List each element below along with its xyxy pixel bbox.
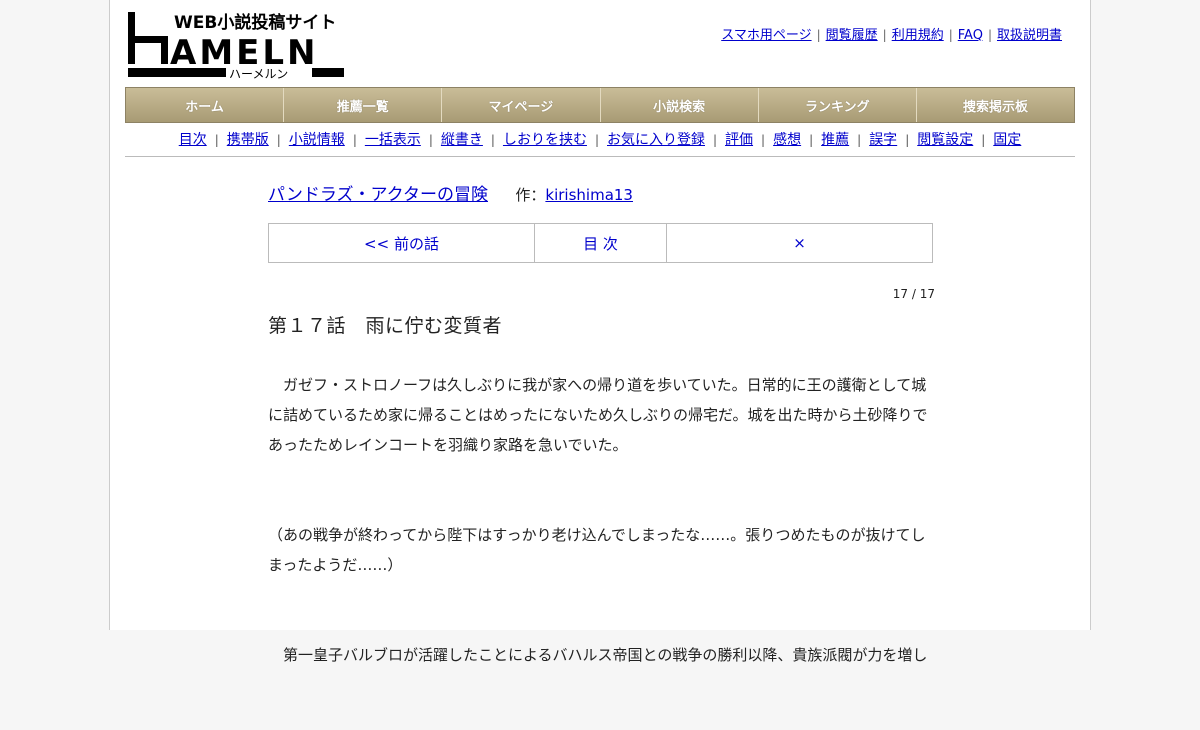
novel-title-link[interactable]: パンドラズ・アクターの冒険	[268, 185, 488, 205]
subnav-favorite[interactable]: お気に入り登録	[607, 132, 705, 148]
top-links: スマホ用ページ | 閲覧履歴 | 利用規約 | FAQ | 取扱説明書	[721, 28, 1062, 43]
chapter-pager: << 前の話 目 次 ×	[268, 223, 933, 263]
prev-chapter-button[interactable]: << 前の話	[269, 224, 534, 262]
subnav-bookmark[interactable]: しおりを挟む	[503, 132, 587, 148]
subnav-novel-info[interactable]: 小説情報	[289, 132, 345, 148]
subnav-reading-settings[interactable]: 閲覧設定	[917, 132, 973, 148]
divider	[125, 156, 1075, 157]
logo-tagline: WEB小説投稿サイト	[174, 12, 336, 33]
nav-mypage[interactable]: マイページ	[441, 88, 599, 122]
smartphone-page-link[interactable]: スマホ用ページ	[721, 28, 811, 43]
subnav-mobile[interactable]: 携帯版	[227, 132, 269, 148]
nav-home[interactable]: ホーム	[126, 88, 283, 122]
paragraph: （あの戦争が終わってから陛下はすっかり老け込んでしまったな……。張りつめたものが…	[268, 526, 926, 574]
subnav-toc[interactable]: 目次	[179, 132, 207, 148]
history-link[interactable]: 閲覧履歴	[826, 28, 878, 43]
subnav-review[interactable]: 感想	[773, 132, 801, 148]
nav-ranking[interactable]: ランキング	[757, 88, 916, 122]
subnav-fix[interactable]: 固定	[993, 132, 1021, 148]
subnav-vertical[interactable]: 縦書き	[441, 132, 483, 148]
paragraph: ガゼフ・ストロノーフは久しぶりに我が家への帰り道を歩いていた。日常的に王の護衛と…	[268, 376, 928, 454]
main-nav: ホーム 推薦一覧 マイページ 小説検索 ランキング 捜索掲示板	[125, 87, 1075, 123]
page-container: WEB小説投稿サイト AMELN ハーメルン スマホ用ページ | 閲覧履歴 | 利用規約…	[109, 0, 1091, 664]
terms-link[interactable]: 利用規約	[892, 28, 944, 43]
subnav-rating[interactable]: 評価	[725, 132, 753, 148]
nav-novel-search[interactable]: 小説検索	[599, 88, 758, 122]
faq-link[interactable]: FAQ	[958, 28, 983, 43]
author-prefix: 作：	[515, 186, 546, 204]
subnav-typo[interactable]: 誤字	[869, 132, 897, 148]
chapter-body: ガゼフ・ストロノーフは久しぶりに我が家への帰り道を歩いていた。日常的に王の護衛と…	[268, 370, 933, 670]
close-button[interactable]: ×	[666, 224, 932, 262]
subnav-recommend[interactable]: 推薦	[821, 132, 849, 148]
toc-button[interactable]: 目 次	[534, 224, 666, 262]
subnav-show-all[interactable]: 一括表示	[365, 132, 421, 148]
nav-search-board[interactable]: 捜索掲示板	[915, 88, 1074, 122]
nav-recommendations[interactable]: 推薦一覧	[283, 88, 441, 122]
hameln-logo[interactable]: WEB小説投稿サイト AMELN ハーメルン	[126, 10, 346, 80]
novel-title-bar: パンドラズ・アクターの冒険 作：kirishima13	[268, 180, 933, 205]
novel-content: パンドラズ・アクターの冒険 作：kirishima13 << 前の話 目 次 ×…	[268, 180, 935, 730]
sub-nav: 目次 | 携帯版 | 小説情報 | 一括表示 | 縦書き | しおりを挟む | お気に入り登録 | 評価 | 感…	[178, 132, 1022, 148]
author-link[interactable]: kirishima13	[545, 186, 633, 204]
chapter-title: 第１７話 雨に佇む変質者	[268, 315, 503, 337]
paragraph: 第一皇子バルブロが活躍したことによるバハルス帝国との戦争の勝利以降、貴族派閥が力…	[268, 646, 928, 664]
chapter-counter: 17 / 17	[892, 287, 935, 301]
logo-subtitle: ハーメルン	[229, 67, 288, 80]
manual-link[interactable]: 取扱説明書	[997, 28, 1062, 43]
